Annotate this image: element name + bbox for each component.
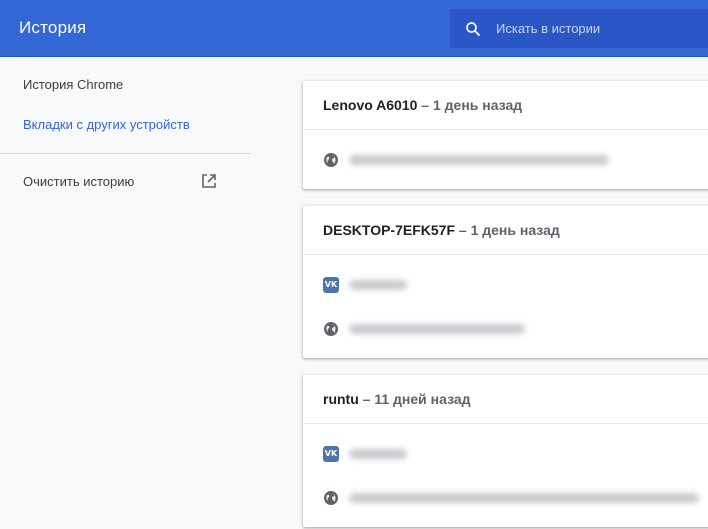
- blurred-title: [349, 280, 407, 290]
- globe-icon: [324, 322, 338, 336]
- tab-entry[interactable]: [323, 486, 708, 510]
- device-last-seen: 11 дней назад: [374, 391, 471, 407]
- header-separator: –: [358, 391, 375, 407]
- vk-icon: VK: [323, 277, 339, 293]
- search-box[interactable]: [450, 9, 708, 48]
- device-name: Lenovo A6010: [323, 97, 418, 113]
- search-icon[interactable]: [464, 20, 482, 38]
- tab-entry[interactable]: VK: [323, 273, 708, 297]
- sidebar-item-other-devices[interactable]: Вкладки с других устройств: [23, 117, 190, 132]
- device-card-header[interactable]: runtu – 11 дней назад: [323, 391, 471, 407]
- device-card: runtu – 11 дней назад VK: [303, 375, 708, 527]
- search-input[interactable]: [496, 9, 696, 48]
- card-divider: [303, 254, 708, 255]
- blurred-title: [349, 155, 609, 165]
- tab-entry[interactable]: [323, 317, 708, 341]
- vk-icon: VK: [323, 446, 339, 462]
- globe-icon: [324, 153, 338, 167]
- sidebar-divider: [0, 153, 251, 154]
- globe-icon: [324, 491, 338, 505]
- card-divider: [303, 423, 708, 424]
- device-card-header[interactable]: DESKTOP-7EFK57F – 1 день назад: [323, 222, 560, 238]
- card-divider: [303, 129, 708, 130]
- blurred-title: [349, 493, 699, 503]
- toolbar: История: [0, 0, 708, 57]
- blurred-title: [349, 449, 407, 459]
- sidebar: История Chrome Вкладки с других устройст…: [0, 57, 251, 529]
- tab-entry[interactable]: [323, 148, 708, 172]
- device-last-seen: 1 день назад: [432, 97, 523, 113]
- device-card: Lenovo A6010 – 1 день назад: [303, 81, 708, 189]
- device-card: DESKTOP-7EFK57F – 1 день назад VK: [303, 206, 708, 358]
- clear-history-button[interactable]: Очистить историю: [23, 174, 134, 189]
- device-last-seen: 1 день назад: [470, 222, 560, 238]
- blurred-title: [349, 324, 525, 334]
- device-name: runtu: [323, 391, 359, 407]
- header-separator: –: [417, 97, 433, 113]
- open-in-new-icon[interactable]: [201, 173, 217, 189]
- tab-entry[interactable]: VK: [323, 442, 708, 466]
- header-separator: –: [455, 222, 471, 238]
- page-title: История: [19, 18, 87, 37]
- device-card-header[interactable]: Lenovo A6010 – 1 день назад: [323, 97, 522, 113]
- device-name: DESKTOP-7EFK57F: [323, 222, 455, 238]
- sidebar-item-chrome-history[interactable]: История Chrome: [23, 77, 123, 92]
